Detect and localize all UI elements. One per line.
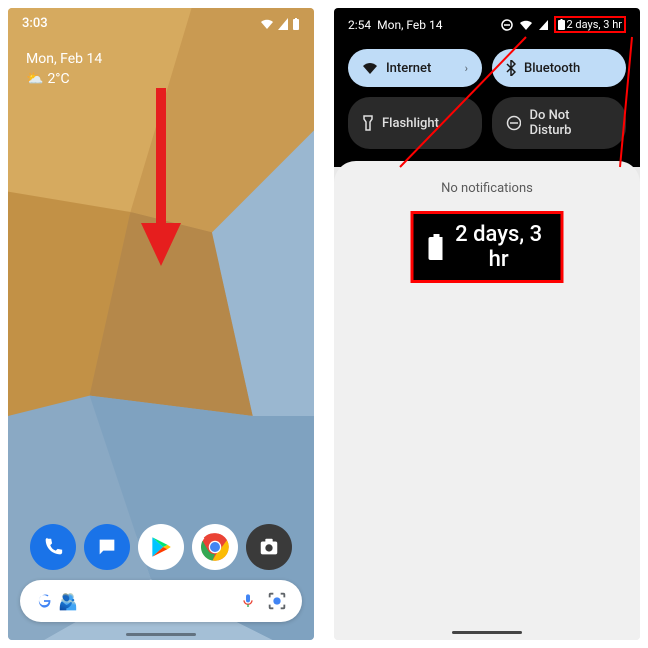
qs-time: 2:54 (348, 18, 371, 32)
battery-text: 2 days, 3 hr (567, 18, 623, 31)
dnd-status-icon (501, 19, 513, 31)
google-search-bar[interactable]: 🫂 (20, 580, 302, 622)
zoom-callout: 2 days, 3 hr (411, 211, 564, 283)
tile-internet[interactable]: Internet › (348, 49, 482, 87)
messages-app[interactable] (84, 524, 130, 570)
wifi-icon (260, 18, 274, 30)
qs-tiles: Internet › Bluetooth Flashlight Do Not D… (334, 41, 640, 167)
chrome-app[interactable] (192, 524, 238, 570)
status-bar: 3:03 (8, 8, 314, 39)
tile-flashlight[interactable]: Flashlight (348, 97, 482, 149)
home-temp: 2°C (47, 71, 69, 87)
tile-label: Flashlight (382, 116, 439, 131)
notification-shade[interactable]: No notifications 2 days, 3 hr (334, 161, 640, 640)
tile-label: Internet (386, 61, 431, 76)
battery-icon (558, 19, 565, 30)
tile-label: Do Not Disturb (529, 108, 612, 138)
camera-app[interactable] (246, 524, 292, 570)
qs-status-bar: 2:54 Mon, Feb 14 2 days, 3 hr (334, 8, 640, 41)
flashlight-icon (362, 115, 374, 131)
mic-icon[interactable] (240, 591, 256, 611)
nav-handle[interactable] (452, 631, 522, 634)
tile-bluetooth[interactable]: Bluetooth (492, 49, 626, 87)
swipe-down-arrow (141, 88, 181, 268)
signal-icon (278, 18, 288, 30)
search-emoji: 🫂 (58, 592, 78, 611)
weather-icon: ⛅ (26, 71, 43, 87)
chevron-right-icon: › (465, 62, 468, 75)
nav-handle[interactable] (126, 633, 196, 636)
tile-label: Bluetooth (524, 61, 580, 76)
play-store-app[interactable] (138, 524, 184, 570)
battery-icon (428, 234, 443, 260)
phone-app[interactable] (30, 524, 76, 570)
bluetooth-icon (506, 60, 516, 76)
signal-icon (539, 20, 548, 30)
battery-estimate-box: 2 days, 3 hr (554, 16, 627, 33)
wifi-icon (362, 61, 378, 75)
no-notifications-text: No notifications (354, 181, 620, 196)
google-g-icon (34, 591, 54, 611)
zoom-text: 2 days, 3 hr (451, 222, 547, 272)
home-screen: 3:03 Mon, Feb 14 ⛅ 2°C 🫂 (8, 8, 314, 640)
home-date: Mon, Feb 14 (26, 51, 296, 67)
dnd-icon (506, 115, 521, 131)
wifi-icon (519, 20, 533, 30)
quick-settings-screen: 2:54 Mon, Feb 14 2 days, 3 hr Internet ›… (334, 8, 640, 640)
status-time: 3:03 (22, 16, 48, 31)
tile-dnd[interactable]: Do Not Disturb (492, 97, 626, 149)
lens-icon[interactable] (266, 590, 288, 612)
qs-date: Mon, Feb 14 (377, 18, 442, 32)
app-dock (8, 524, 314, 570)
battery-icon (292, 18, 300, 30)
